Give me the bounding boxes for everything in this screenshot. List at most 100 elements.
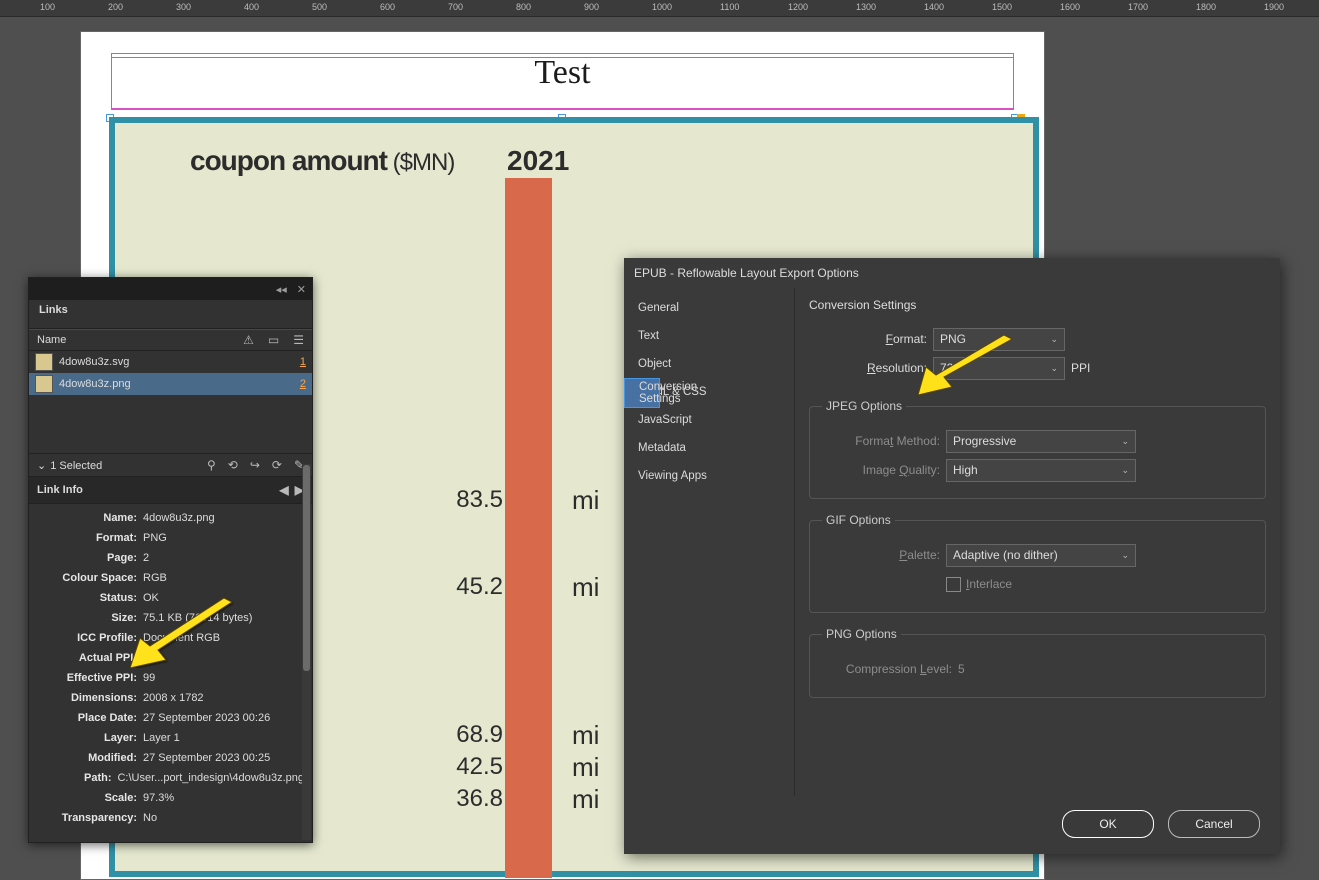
sidebar-item-text[interactable]: Text (624, 322, 794, 350)
info-key: Place Date: (29, 712, 143, 724)
link-row[interactable]: 4dow8u3z.svg 1 (29, 351, 312, 373)
chart-title-light: ($MN) (387, 149, 454, 176)
image-quality-select[interactable]: High⌄ (946, 459, 1136, 482)
prev-icon[interactable]: ◀ (279, 483, 288, 497)
chart-label: mi (572, 752, 599, 783)
info-key: Page: (29, 552, 143, 564)
info-key: Scale: (29, 792, 143, 804)
panel-scrollbar[interactable] (302, 464, 311, 840)
menu-icon[interactable]: ☰ (293, 333, 304, 347)
link-info-label: Link Info (37, 484, 83, 496)
resolution-unit: PPI (1071, 361, 1090, 375)
info-value: 27 September 2023 00:26 (143, 712, 270, 724)
info-value: 97.3% (143, 792, 174, 804)
link-page-number[interactable]: 1 (300, 356, 306, 368)
link-thumbnail (35, 353, 53, 371)
ruler-mark: 1800 (1196, 2, 1216, 12)
chart-value: 68.9 (456, 721, 503, 749)
ruler-mark: 1300 (856, 2, 876, 12)
close-icon[interactable]: ✕ (297, 283, 306, 296)
info-key: Modified: (29, 752, 143, 764)
page-column-icon[interactable]: ▭ (268, 333, 279, 347)
links-panel[interactable]: ◂◂ ✕ Links Name ⚠ ▭ ☰ 4dow8u3z.svg 1 4do… (28, 277, 313, 843)
ruler-mark: 800 (516, 2, 531, 12)
link-info-header[interactable]: Link Info ◀ ▶ (29, 476, 312, 504)
gif-options-group: GIF Options Palette: Adaptive (no dither… (809, 513, 1266, 613)
chevron-down-icon: ⌄ (1121, 550, 1129, 561)
info-value: C:\User...port_indesign\4dow8u3z.png (117, 772, 304, 784)
link-name: 4dow8u3z.svg (59, 356, 129, 368)
png-options-group: PNG Options Compression Level: 5 (809, 627, 1266, 698)
ruler-mark: 1200 (788, 2, 808, 12)
chevron-down-icon: ⌄ (1050, 334, 1058, 345)
chevron-down-icon: ⌄ (1121, 436, 1129, 447)
link-thumbnail (35, 375, 53, 393)
info-key: Layer: (29, 732, 143, 744)
dialog-title[interactable]: EPUB - Reflowable Layout Export Options (624, 258, 1280, 288)
info-value: Layer 1 (143, 732, 180, 744)
info-key: Dimensions: (29, 692, 143, 704)
content-heading: Conversion Settings (809, 298, 1266, 312)
ruler-mark: 1100 (720, 2, 739, 12)
update-link-icon[interactable]: ⟳ (272, 458, 282, 472)
info-value: 2008 x 1782 (143, 692, 204, 704)
panel-tab-links[interactable]: Links (29, 300, 312, 329)
link-name: 4dow8u3z.png (59, 378, 131, 390)
ruler-mark: 400 (244, 2, 259, 12)
info-key: Actual PPI: (29, 652, 143, 664)
dialog-sidebar: General Text Object Conversion Settings … (624, 288, 795, 796)
interlace-label: Interlace (966, 577, 1012, 591)
info-value: 27 September 2023 00:25 (143, 752, 270, 764)
sidebar-item-conversion-settings[interactable]: Conversion Settings (624, 378, 660, 408)
chart-label: mi (572, 720, 599, 751)
sidebar-item-general[interactable]: General (624, 294, 794, 322)
ruler-mark: 100 (40, 2, 55, 12)
horizontal-ruler: 100 200 300 400 500 600 700 800 900 1000… (0, 0, 1319, 17)
warning-column-icon[interactable]: ⚠ (243, 333, 254, 347)
expand-icon[interactable]: ⌄ (37, 460, 46, 472)
compression-level-label: Compression Level: (822, 662, 958, 676)
ok-button[interactable]: OK (1062, 810, 1154, 838)
ruler-mark: 500 (312, 2, 327, 12)
panel-titlebar[interactable]: ◂◂ ✕ (29, 278, 312, 300)
info-value: No (143, 812, 157, 824)
page-title-frame[interactable]: Test (111, 53, 1014, 110)
info-value: 2 (143, 552, 149, 564)
link-page-number[interactable]: 2 (300, 378, 306, 390)
relink-cc-icon[interactable]: ⚲ (207, 458, 216, 472)
jpeg-options-group: JPEG Options Format Method: Progressive ⌄… (809, 399, 1266, 499)
ruler-mark: 1500 (992, 2, 1012, 12)
chart-title-strong: coupon amount (190, 145, 387, 176)
info-key: Transparency: (29, 812, 143, 824)
sidebar-item-metadata[interactable]: Metadata (624, 434, 794, 462)
link-row[interactable]: 4dow8u3z.png 2 (29, 373, 312, 395)
interlace-checkbox[interactable] (946, 577, 961, 592)
chart-value: 42.5 (456, 753, 503, 781)
sidebar-item-viewing-apps[interactable]: Viewing Apps (624, 462, 794, 490)
info-key: Name: (29, 512, 143, 524)
ruler-mark: 700 (448, 2, 463, 12)
jpeg-legend: JPEG Options (822, 399, 906, 413)
format-method-select[interactable]: Progressive ⌄ (946, 430, 1136, 453)
chart-label: mi (572, 485, 599, 516)
sidebar-item-object[interactable]: Object (624, 350, 794, 378)
selected-count: 1 Selected (50, 460, 102, 472)
chart-year: 2021 (507, 145, 569, 177)
ruler-mark: 1700 (1128, 2, 1148, 12)
info-key: Status: (29, 592, 143, 604)
format-method-label: Format Method: (822, 434, 946, 448)
chevron-down-icon: ⌄ (1121, 465, 1129, 476)
sidebar-item-javascript[interactable]: JavaScript (624, 406, 794, 434)
info-key: Format: (29, 532, 143, 544)
ruler-mark: 300 (176, 2, 191, 12)
links-toolbar: ⌄1 Selected ⚲ ⟲ ↪ ⟳ ✎ (29, 453, 312, 476)
format-method-value: Progressive (953, 434, 1016, 448)
palette-select[interactable]: Adaptive (no dither)⌄ (946, 544, 1136, 567)
scrollbar-thumb[interactable] (303, 465, 310, 671)
collapse-icon[interactable]: ◂◂ (276, 283, 287, 296)
cancel-button[interactable]: Cancel (1168, 810, 1260, 838)
chart-label: mi (572, 572, 599, 603)
compression-level-value: 5 (958, 662, 965, 676)
goto-link-icon[interactable]: ↪ (250, 458, 260, 472)
relink-icon[interactable]: ⟲ (228, 458, 238, 472)
